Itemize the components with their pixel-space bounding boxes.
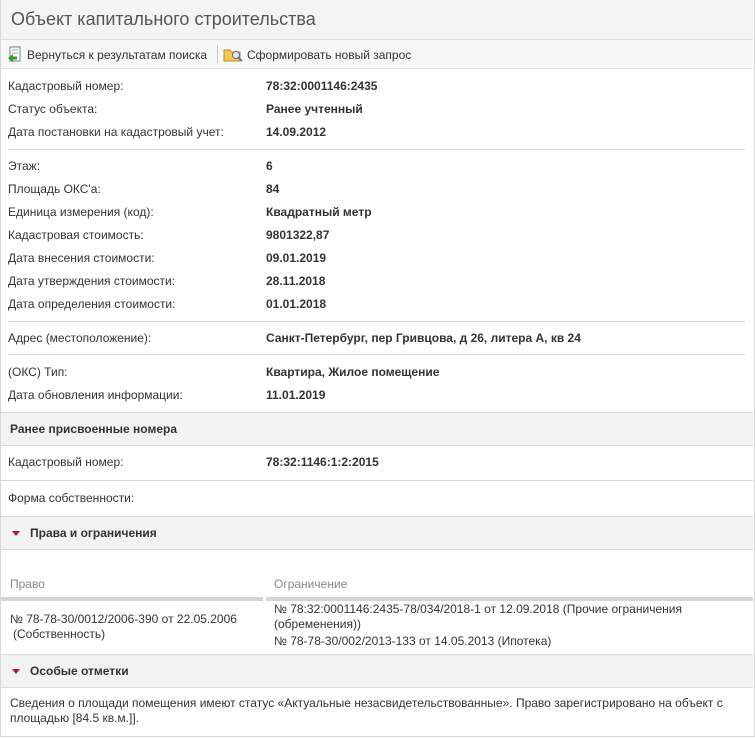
field-area: Площадь ОКС'а: 84: [8, 180, 748, 198]
field-value: Квартира, Жилое помещение: [266, 365, 440, 379]
toolbar: Вернуться к результатам поиска Сформиров…: [1, 40, 753, 69]
restriction-entry: № 78:32:0001146:2435-78/034/2018-1 от 12…: [274, 603, 682, 631]
field-floor: Этаж: 6: [8, 157, 748, 175]
field-label: Единица измерения (код):: [8, 205, 154, 219]
divider: [8, 321, 745, 322]
folder-new-query-icon: [223, 49, 243, 62]
field-value: 09.01.2019: [266, 251, 327, 265]
toolbar-separator: [217, 45, 218, 63]
field-label: Кадастровый номер:: [8, 79, 124, 93]
field-label: Дата утверждения стоимости:: [8, 274, 176, 288]
field-value-entry-date: Дата внесения стоимости: 09.01.2019: [8, 249, 748, 267]
field-value: 6: [266, 159, 273, 173]
field-value: 84: [266, 182, 280, 196]
field-label: Дата определения стоимости:: [8, 297, 176, 311]
restriction-entry: № 78-78-30/002/2013-133 от 14.05.2013 (И…: [274, 635, 551, 648]
field-value: 14.09.2012: [266, 125, 327, 139]
field-cadastral-value: Кадастровая стоимость: 9801322,87: [8, 226, 748, 244]
field-label: Этаж:: [8, 159, 41, 173]
right-entry-type: (Собственность): [13, 627, 106, 641]
field-oks-type: (ОКС) Тип: Квартира, Жилое помещение: [8, 363, 748, 381]
divider: [8, 149, 745, 150]
restriction-entry-line: № 78:32:0001146:2435-78/034/2018-1 от 12…: [274, 602, 682, 616]
field-previous-cadastral-number: Кадастровый номер: 78:32:1146:1:2:2015: [8, 453, 748, 471]
field-value: 01.01.2018: [266, 297, 327, 311]
special-notes-text: Сведения о площади помещения имеют стату…: [10, 696, 723, 725]
divider: [1, 480, 753, 481]
field-value: Квадратный метр: [266, 205, 372, 219]
right-entry: № 78-78-30/0012/2006-390 от 22.05.2006 (…: [10, 613, 237, 641]
field-address: Адрес (местоположение): Санкт-Петербург,…: [8, 329, 748, 347]
restriction-entry-line: № 78-78-30/002/2013-133 от 14.05.2013 (И…: [274, 634, 552, 648]
field-cadastral-number: Кадастровый номер: 78:32:0001146:2435: [8, 77, 748, 95]
field-label: Дата внесения стоимости:: [8, 251, 155, 265]
rights-section-header[interactable]: Права и ограничения: [1, 516, 753, 550]
collapse-triangle-icon: [12, 669, 20, 674]
field-value: 11.01.2019: [266, 388, 326, 402]
field-label: Адрес (местоположение):: [8, 331, 152, 345]
column-header-restriction: Ограничение: [274, 577, 348, 591]
field-label: Статус объекта:: [8, 102, 98, 116]
field-info-update-date: Дата обновления информации: 11.01.2019: [8, 386, 748, 404]
page-title: Объект капитального строительства: [11, 9, 316, 29]
column-header-right: Право: [10, 577, 45, 591]
field-label: Дата постановки на кадастровый учет:: [8, 125, 224, 139]
divider: [8, 354, 745, 355]
section-title: Права и ограничения: [30, 526, 157, 540]
field-status: Статус объекта: Ранее учтенный: [8, 100, 748, 118]
field-ownership-form: Форма собственности:: [8, 489, 748, 507]
field-value: Ранее учтенный: [266, 102, 363, 116]
new-query-label: Сформировать новый запрос: [247, 47, 412, 62]
section-title: Особые отметки: [30, 664, 129, 678]
field-value: 9801322,87: [266, 228, 330, 242]
new-query-button[interactable]: Сформировать новый запрос: [223, 46, 411, 63]
back-arrow-document-icon: [8, 46, 21, 62]
field-value-determination-date: Дата определения стоимости: 01.01.2018: [8, 295, 748, 313]
field-label: Кадастровая стоимость:: [8, 228, 144, 242]
field-value: Санкт-Петербург, пер Гривцова, д 26, лит…: [266, 331, 581, 345]
field-value-approval-date: Дата утверждения стоимости: 28.11.2018: [8, 272, 748, 290]
column-underline: [266, 597, 753, 601]
column-underline: [1, 597, 263, 601]
previous-numbers-header: Ранее присвоенные номера: [1, 412, 753, 446]
back-to-results-button[interactable]: Вернуться к результатам поиска: [7, 46, 207, 63]
restriction-entry-line: (обременения)): [274, 617, 361, 631]
field-value: 28.11.2018: [266, 274, 326, 288]
field-unit: Единица измерения (код): Квадратный метр: [8, 203, 748, 221]
special-notes-header[interactable]: Особые отметки: [1, 654, 753, 688]
right-entry-number: № 78-78-30/0012/2006-390 от 22.05.2006: [10, 612, 237, 626]
field-label: Кадастровый номер:: [8, 455, 124, 469]
field-label: Дата обновления информации:: [8, 388, 183, 402]
field-label: Площадь ОКС'а:: [8, 182, 101, 196]
field-label: Форма собственности:: [8, 491, 135, 505]
field-value: 78:32:1146:1:2:2015: [266, 455, 379, 469]
collapse-triangle-icon: [12, 531, 20, 536]
field-registration-date: Дата постановки на кадастровый учет: 14.…: [8, 123, 748, 141]
section-title: Ранее присвоенные номера: [10, 422, 178, 436]
title-bar: Объект капитального строительства: [1, 0, 753, 40]
field-value: 78:32:0001146:2435: [266, 79, 378, 93]
field-label: (ОКС) Тип:: [8, 365, 68, 379]
back-to-results-label: Вернуться к результатам поиска: [27, 47, 208, 62]
